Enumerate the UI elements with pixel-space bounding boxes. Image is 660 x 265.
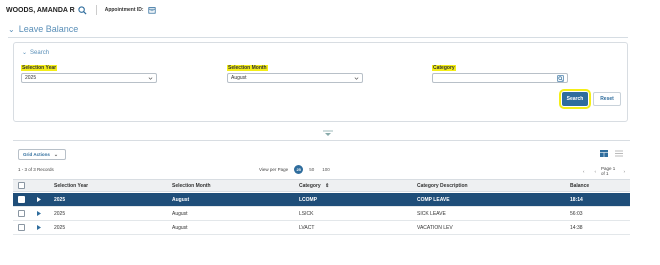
selection-month-select[interactable]: August bbox=[227, 73, 363, 83]
search-section-toggle[interactable]: ⌄ Search bbox=[22, 49, 50, 57]
selection-month-label: Selection Month bbox=[227, 65, 268, 71]
cell-month: August bbox=[172, 211, 188, 217]
column-header-balance[interactable]: Balance bbox=[570, 183, 589, 189]
expand-row-icon[interactable] bbox=[36, 210, 42, 217]
per-page-option-25[interactable]: 25 bbox=[294, 165, 304, 174]
sort-icon[interactable]: ⇕ bbox=[325, 183, 329, 189]
table-header: Selection Year Selection Month Category … bbox=[13, 179, 630, 192]
panel-title-text: Leave Balance bbox=[18, 24, 79, 34]
cell-year: 2025 bbox=[54, 225, 66, 231]
records-count: 1 - 3 of 3 Records bbox=[18, 167, 54, 172]
prev-page-icon[interactable]: ‹ bbox=[595, 169, 597, 174]
grid-view-icon[interactable] bbox=[600, 150, 608, 157]
cell-balance: 56:03 bbox=[570, 211, 583, 217]
selection-year-select[interactable]: 2025 bbox=[21, 73, 157, 83]
list-view-icon[interactable] bbox=[615, 150, 623, 157]
divider bbox=[95, 5, 97, 15]
cell-description: SICK LEAVE bbox=[417, 211, 446, 217]
page-indicator: Page 1 of 1 bbox=[601, 166, 616, 176]
search-button[interactable]: Search bbox=[559, 89, 591, 109]
table-row[interactable]: 2025 August LVACT VACATION LEV 14:38 bbox=[13, 221, 630, 235]
chevron-down-icon: ⌄ bbox=[53, 151, 59, 158]
row-checkbox[interactable] bbox=[18, 196, 25, 203]
cell-balance: 14:38 bbox=[570, 225, 583, 231]
chevron-down-icon: ⌄ bbox=[22, 50, 28, 56]
selection-year-value: 2025 bbox=[25, 75, 37, 81]
cell-month: August bbox=[172, 225, 188, 231]
cell-description: COMP LEAVE bbox=[417, 197, 450, 203]
category-input[interactable] bbox=[432, 73, 568, 83]
column-header-selection-year[interactable]: Selection Year bbox=[54, 183, 88, 189]
reset-button[interactable]: Reset bbox=[593, 92, 621, 106]
employee-header: WOODS, AMANDA R Appointment ID: bbox=[0, 0, 660, 20]
table-row[interactable]: 2025 August LCOMP COMP LEAVE 18:14 bbox=[13, 193, 630, 207]
divider bbox=[8, 37, 628, 38]
expand-row-icon[interactable] bbox=[36, 196, 42, 203]
cell-month: August bbox=[172, 197, 190, 203]
search-panel: ⌄ Search Selection Year 2025 Selection M… bbox=[13, 42, 628, 122]
category-label: Category bbox=[432, 65, 456, 71]
collapse-arrow-icon[interactable] bbox=[322, 130, 334, 138]
selection-year-label: Selection Year bbox=[21, 65, 58, 71]
lookup-icon[interactable] bbox=[557, 75, 564, 82]
cell-description: VACATION LEV bbox=[417, 225, 453, 231]
search-heading: Search bbox=[30, 49, 50, 56]
employee-name: WOODS, AMANDA R bbox=[6, 6, 75, 14]
grid-actions-button[interactable]: Grid Actions ⌄ bbox=[18, 149, 66, 160]
per-page-option-50[interactable]: 50 bbox=[309, 167, 314, 172]
chevron-down-icon: ⌄ bbox=[8, 24, 15, 34]
cell-category: LVACT bbox=[299, 225, 315, 231]
column-header-category-description[interactable]: Category Description bbox=[417, 183, 468, 189]
row-checkbox[interactable] bbox=[18, 224, 25, 231]
cell-year: 2025 bbox=[54, 211, 66, 217]
cell-category: LCOMP bbox=[299, 197, 318, 203]
selection-month-value: August bbox=[231, 75, 247, 81]
column-header-category[interactable]: Category ⇕ bbox=[299, 183, 329, 189]
per-page-option-100[interactable]: 100 bbox=[322, 167, 330, 172]
calendar-icon[interactable] bbox=[147, 5, 157, 15]
chevron-down-icon bbox=[354, 77, 359, 80]
column-header-category-label: Category bbox=[299, 183, 321, 189]
pagination: ‹ ‹ Page 1 of 1 › bbox=[578, 166, 630, 176]
chevron-down-icon bbox=[148, 77, 153, 80]
view-per-page-label: View per Page bbox=[259, 167, 289, 172]
select-all-checkbox[interactable] bbox=[18, 182, 25, 189]
cell-category: LSICK bbox=[299, 211, 314, 217]
expand-row-icon[interactable] bbox=[36, 224, 42, 231]
next-page-icon[interactable]: › bbox=[624, 169, 626, 174]
panel-title[interactable]: ⌄ Leave Balance bbox=[8, 24, 78, 34]
column-header-selection-month[interactable]: Selection Month bbox=[172, 183, 211, 189]
grid-actions-label: Grid Actions bbox=[23, 152, 50, 157]
appointment-id-label: Appointment ID: bbox=[104, 7, 144, 13]
per-page-selector: View per Page 25 50 100 bbox=[259, 165, 334, 174]
row-checkbox[interactable] bbox=[18, 210, 25, 217]
search-icon[interactable] bbox=[78, 5, 88, 15]
table-row[interactable]: 2025 August LSICK SICK LEAVE 56:03 bbox=[13, 207, 630, 221]
results-grid: Grid Actions ⌄ 1 - 3 of 3 Records View p… bbox=[13, 140, 630, 252]
cell-balance: 18:14 bbox=[570, 197, 583, 203]
first-page-icon[interactable]: ‹ bbox=[583, 169, 585, 174]
cell-year: 2025 bbox=[54, 197, 66, 203]
